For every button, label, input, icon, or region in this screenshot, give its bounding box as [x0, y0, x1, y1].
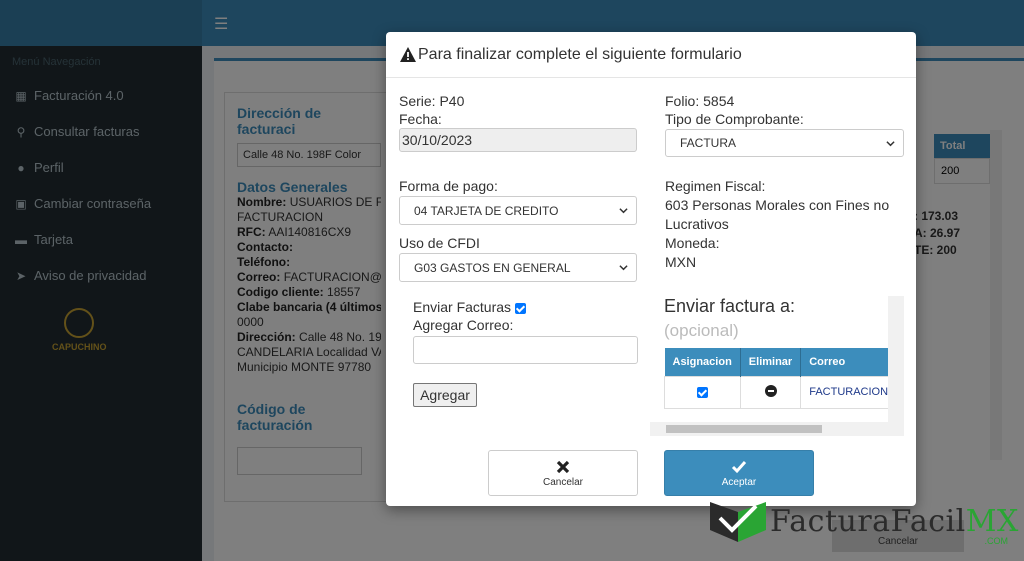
- uso-cfdi-label: Uso de CFDI: [399, 235, 480, 251]
- email-input[interactable]: [413, 336, 638, 364]
- tipo-comprobante-label: Tipo de Comprobante:: [665, 111, 804, 127]
- send-to-panel: Enviar factura a: (opcional) Asignacion …: [664, 296, 904, 438]
- tipo-comprobante-select[interactable]: FACTURA: [665, 129, 904, 157]
- chevron-down-icon: [886, 140, 895, 146]
- uso-cfdi-select[interactable]: G03 GASTOS EN GENERAL: [399, 253, 637, 282]
- send-to-title: Enviar factura a:: [664, 296, 796, 316]
- fecha-field: 30/10/2023: [399, 128, 637, 152]
- forma-pago-value: 04 TARJETA DE CREDITO: [414, 203, 559, 218]
- fiscal-info: Regimen Fiscal: 603 Personas Morales con…: [665, 177, 905, 272]
- eliminar-cell: [739, 375, 802, 409]
- scrollbar-thumb[interactable]: [666, 425, 822, 433]
- watermark: FacturaFacilMX .COM: [708, 496, 1024, 556]
- send-to-horizontal-scrollbar[interactable]: [650, 422, 904, 436]
- forma-pago-group: Forma de pago: 04 TARJETA DE CREDITO: [399, 177, 637, 225]
- moneda-label: Moneda:: [665, 235, 720, 251]
- table-row: FACTURACION@: [664, 375, 904, 409]
- fecha-label: Fecha:: [399, 111, 442, 127]
- asignacion-checkbox[interactable]: [696, 386, 708, 398]
- email-table: Asignacion Eliminar Correo FACTURACION@: [664, 348, 904, 409]
- left-column: Serie: P40 Fecha: 30/10/2023: [399, 92, 637, 152]
- finalize-modal: Para finalizar complete el siguiente for…: [386, 32, 916, 506]
- send-to-subtitle: (opcional): [664, 321, 739, 340]
- regimen-value: 603 Personas Morales con Fines no Lucrat…: [665, 197, 890, 232]
- accept-button-label: Aceptar: [721, 477, 757, 488]
- send-to-vertical-scrollbar[interactable]: [888, 296, 904, 422]
- watermark-logo-icon: [710, 502, 766, 542]
- folio-label: Folio: 5854: [665, 93, 735, 109]
- warning-icon: [400, 47, 416, 62]
- close-icon: [556, 460, 570, 474]
- remove-circle-icon[interactable]: [764, 384, 777, 397]
- agregar-correo-label: Agregar Correo:: [413, 317, 514, 333]
- enviar-facturas-label: Enviar Facturas: [413, 299, 512, 315]
- agregar-button[interactable]: Agregar: [413, 383, 477, 407]
- uso-cfdi-value: G03 GASTOS EN GENERAL: [414, 260, 571, 275]
- cancel-button-label: Cancelar: [542, 477, 584, 488]
- watermark-text: FacturaFacilMX: [770, 504, 1019, 539]
- forma-pago-select[interactable]: 04 TARJETA DE CREDITO: [399, 196, 637, 225]
- right-column: Folio: 5854 Tipo de Comprobante: FACTURA: [665, 92, 904, 157]
- watermark-domain: .COM: [984, 536, 1009, 546]
- modal-title: Para finalizar complete el siguiente for…: [418, 45, 742, 63]
- checkmark-icon: [731, 461, 747, 474]
- accept-button[interactable]: Aceptar: [664, 450, 814, 496]
- tipo-comprobante-value: FACTURA: [680, 136, 737, 150]
- asignacion-cell: [664, 375, 741, 409]
- regimen-label: Regimen Fiscal:: [665, 178, 766, 194]
- enviar-facturas-checkbox[interactable]: [514, 302, 526, 314]
- email-group: Enviar Facturas Agregar Correo: Agregar: [413, 298, 638, 407]
- uso-cfdi-group: Uso de CFDI G03 GASTOS EN GENERAL: [399, 234, 637, 282]
- chevron-down-icon: [619, 265, 628, 271]
- moneda-value: MXN: [665, 254, 697, 270]
- chevron-down-icon: [619, 208, 628, 214]
- enviar-facturas-row: Enviar Facturas: [413, 298, 638, 316]
- email-table-header: Asignacion Eliminar Correo: [664, 348, 904, 376]
- forma-pago-label: Forma de pago:: [399, 178, 498, 194]
- header-asignacion: Asignacion: [664, 348, 741, 376]
- serie-label: Serie: P40: [399, 93, 465, 109]
- cancel-button[interactable]: Cancelar: [488, 450, 638, 496]
- header-eliminar: Eliminar: [740, 348, 802, 376]
- modal-header: Para finalizar complete el siguiente for…: [386, 32, 916, 78]
